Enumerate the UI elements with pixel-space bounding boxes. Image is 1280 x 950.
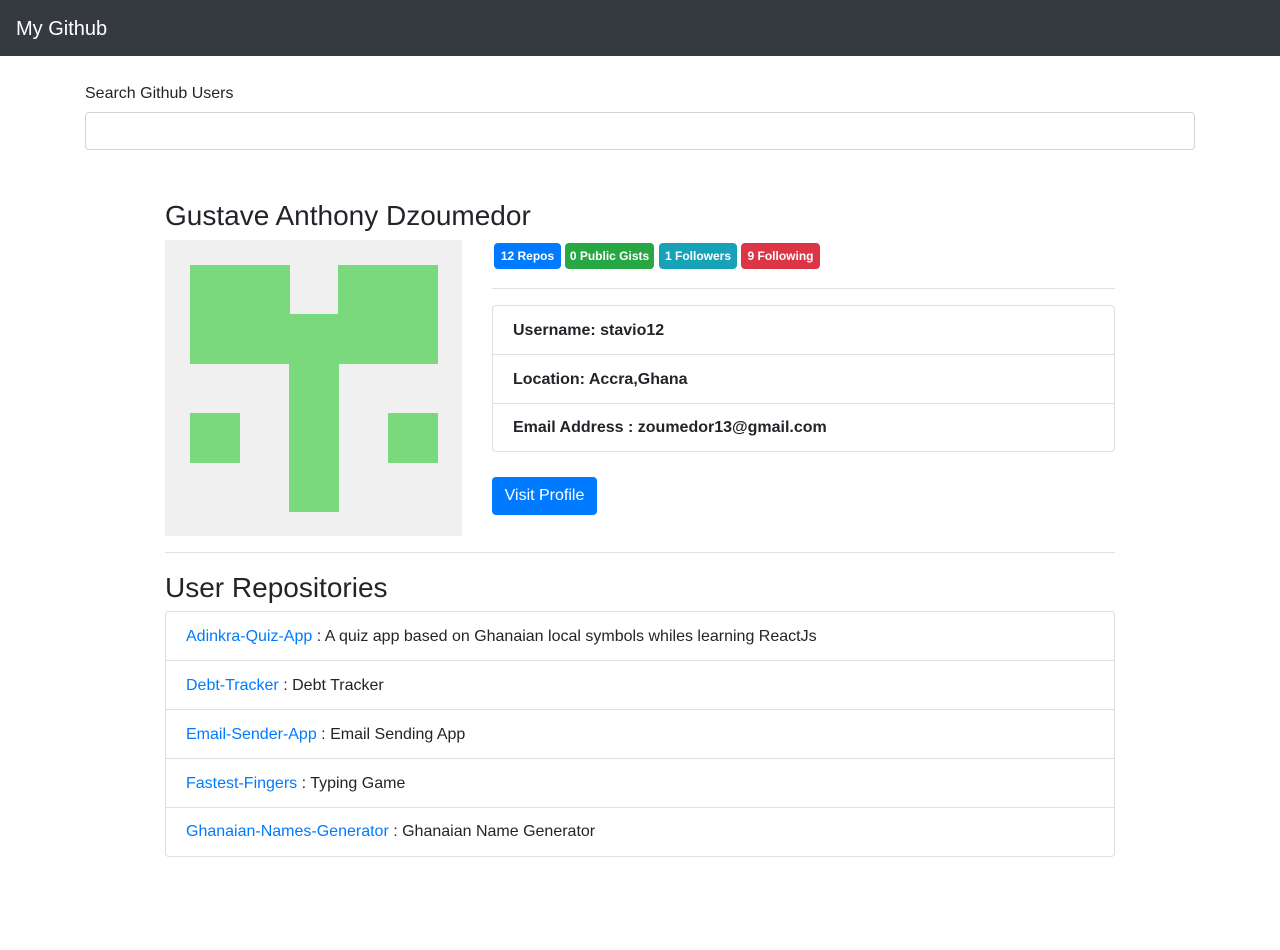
search-label: Search Github Users [85, 85, 234, 102]
repository-separator: : [316, 726, 331, 743]
navbar: My Github [0, 0, 1280, 56]
repository-description: Email Sending App [330, 726, 466, 743]
location-item: Location: Accra,Ghana [493, 355, 1114, 404]
repository-description: Ghanaian Name Generator [402, 823, 596, 840]
gists-badge: 0 Public Gists [565, 243, 654, 269]
username-item: Username: stavio12 [493, 306, 1114, 355]
repository-list: Adinkra-Quiz-App : A quiz app based on G… [165, 611, 1115, 857]
repository-item: Fastest-Fingers : Typing Game [166, 759, 1114, 808]
repository-link[interactable]: Adinkra-Quiz-App [186, 628, 312, 645]
user-info-list: Username: stavio12 Location: Accra,Ghana… [492, 305, 1115, 452]
repository-separator: : [297, 775, 311, 792]
visit-profile-button[interactable]: Visit Profile [492, 477, 597, 515]
repositories-title: User Repositories [165, 572, 388, 603]
identicon-avatar [190, 265, 438, 512]
repository-description: Typing Game [310, 775, 406, 792]
repository-separator: : [312, 628, 325, 645]
avatar [165, 240, 462, 536]
repository-description: Debt Tracker [292, 677, 384, 694]
email-item: Email Address : zoumedor13@gmail.com [513, 419, 827, 436]
search-input[interactable] [85, 112, 1195, 150]
repository-item: Ghanaian-Names-Generator : Ghanaian Name… [166, 808, 1114, 856]
repository-link[interactable]: Fastest-Fingers [186, 775, 297, 792]
repository-link[interactable]: Ghanaian-Names-Generator [186, 823, 389, 840]
repository-item: Adinkra-Quiz-App : A quiz app based on G… [166, 612, 1114, 661]
user-name: Gustave Anthony Dzoumedor [165, 200, 531, 231]
divider [165, 552, 1115, 553]
repository-link[interactable]: Debt-Tracker [186, 677, 279, 694]
repos-badge: 12 Repos [494, 243, 561, 269]
repository-item: Debt-Tracker : Debt Tracker [166, 661, 1114, 710]
repository-link[interactable]: Email-Sender-App [186, 726, 317, 743]
repository-separator: : [388, 823, 403, 840]
divider [492, 288, 1115, 289]
navbar-brand[interactable]: My Github [16, 17, 107, 41]
followers-badge: 1 Followers [659, 243, 737, 269]
repository-separator: : [278, 677, 293, 694]
following-badge: 9 Following [741, 243, 820, 269]
repository-item: Email-Sender-App : Email Sending App [166, 710, 1114, 759]
repository-description: A quiz app based on Ghanaian local symbo… [324, 628, 817, 645]
